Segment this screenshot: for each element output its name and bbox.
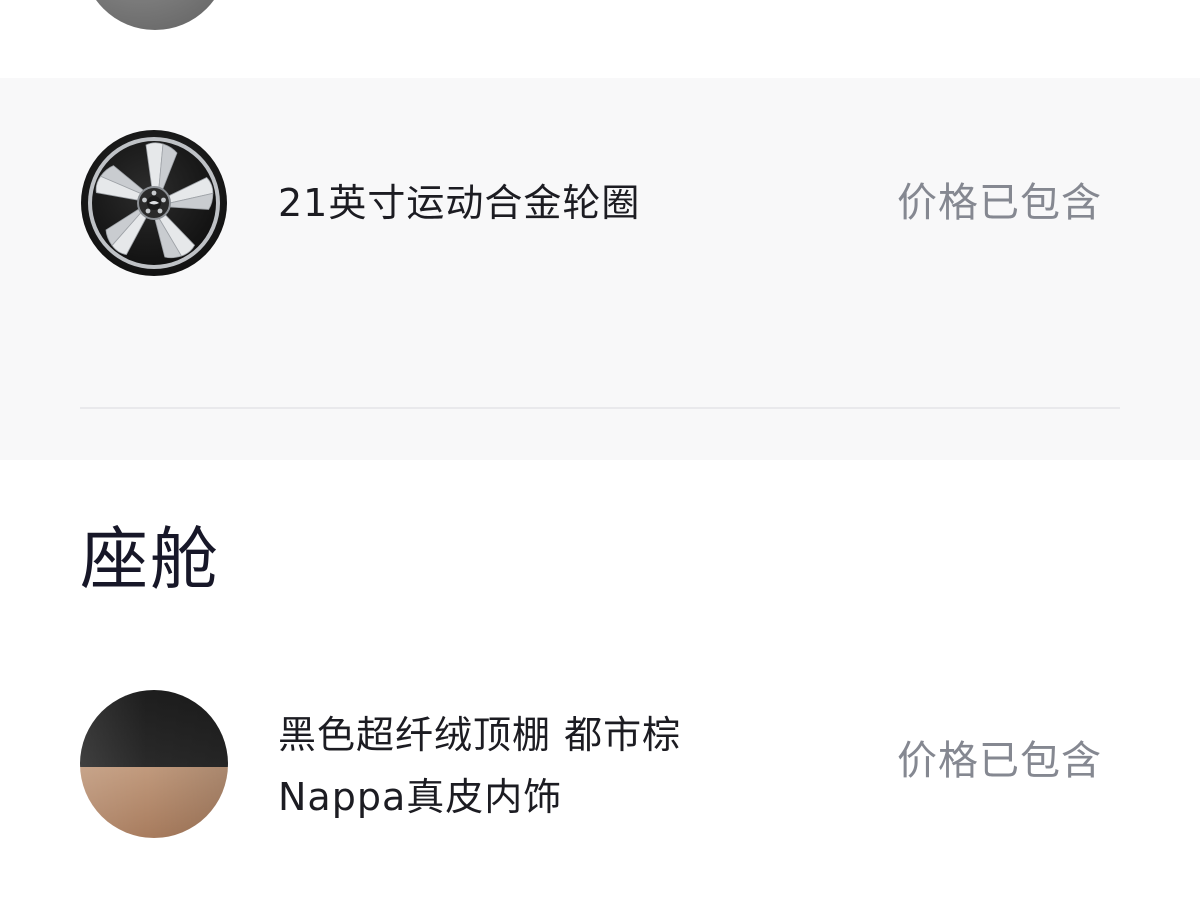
interior-option[interactable]: 黑色超纤绒顶棚 都市棕Nappa真皮内饰 价格已包含 (80, 690, 1120, 838)
previous-option-area (0, 0, 1200, 78)
interior-color-swatch-icon (80, 690, 228, 838)
wheel-price-label: 价格已包含 (897, 180, 1102, 226)
wheel-option-name: 21英寸运动合金轮圈 (278, 181, 641, 225)
interior-price-label: 价格已包含 (897, 738, 1102, 784)
wheel-option-section: 21英寸运动合金轮圈 价格已包含 (0, 78, 1200, 460)
cabin-section-title: 座舱 (80, 521, 221, 600)
section-divider (80, 407, 1120, 409)
alloy-wheel-icon (81, 130, 227, 276)
wheel-option[interactable]: 21英寸运动合金轮圈 价格已包含 (80, 129, 1120, 277)
interior-option-name: 黑色超纤绒顶棚 都市棕Nappa真皮内饰 (278, 713, 682, 819)
grey-color-swatch-icon[interactable] (82, 0, 228, 30)
